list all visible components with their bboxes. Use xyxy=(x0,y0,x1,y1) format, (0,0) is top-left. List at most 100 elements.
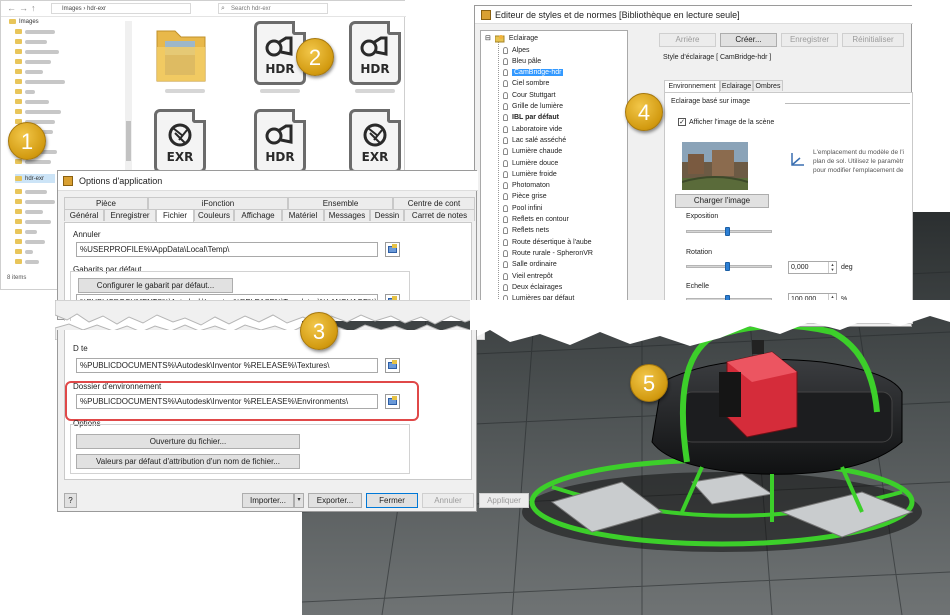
export-button[interactable]: Exporter... xyxy=(308,493,362,508)
tab-environnement[interactable]: Environnement xyxy=(664,80,720,92)
tab-ifonction[interactable]: iFonction xyxy=(148,197,288,209)
lighting-style-item[interactable]: Pièce grise xyxy=(503,192,547,202)
tree-item[interactable] xyxy=(15,37,47,46)
tab-eclairage[interactable]: Eclairage xyxy=(720,80,753,91)
save-button[interactable]: Enregistrer xyxy=(781,33,838,47)
new-style-button[interactable]: Créer... xyxy=(720,33,777,47)
tree-item[interactable] xyxy=(15,207,43,216)
tree-item-hdr-exr[interactable]: hdr-exr xyxy=(15,174,55,183)
tree-item[interactable] xyxy=(15,97,49,106)
tab-enregistrer[interactable]: Enregistrer xyxy=(104,209,156,221)
open-file-options-button[interactable]: Ouverture du fichier... xyxy=(76,434,300,449)
lighting-style-item[interactable]: Grille de lumière xyxy=(503,102,563,112)
tree-item[interactable] xyxy=(15,107,61,116)
rotation-input[interactable]: 0,000 ▲ ▼ xyxy=(788,261,837,274)
lighting-style-item[interactable]: Pool infini xyxy=(503,203,542,213)
annuler-path-field[interactable]: %USERPROFILE%\AppData\Local\Temp\ xyxy=(76,242,378,257)
tree-root-eclairage[interactable]: ⊟ Eclairage xyxy=(485,33,538,43)
lighting-style-label: Reflets en contour xyxy=(512,216,569,223)
close-button[interactable]: Fermer xyxy=(366,493,418,508)
import-dropdown-icon[interactable]: ▾ xyxy=(294,493,304,508)
tab-centre-de-contenu[interactable]: Centre de cont xyxy=(393,197,475,209)
tree-item[interactable] xyxy=(15,47,59,56)
textures-path-field[interactable]: %PUBLICDOCUMENTS%\Autodesk\Inventor %REL… xyxy=(76,358,378,373)
lighting-style-item[interactable]: Deux éclairages xyxy=(503,282,562,292)
tree-item[interactable] xyxy=(15,217,51,226)
lighting-style-item[interactable]: Lumière froide xyxy=(503,169,557,179)
configure-template-button[interactable]: Configurer le gabarit par défaut... xyxy=(78,278,233,293)
breadcrumb-item[interactable]: hdr-exr xyxy=(87,6,106,12)
slider-thumb[interactable] xyxy=(725,262,730,271)
lighting-style-item[interactable]: Lac salé asséché xyxy=(503,135,566,145)
lighting-style-item[interactable]: IBL par défaut xyxy=(503,113,559,123)
tab-dessin[interactable]: Dessin xyxy=(370,209,404,221)
collapse-icon[interactable]: ⊟ xyxy=(485,34,491,42)
tree-item[interactable] xyxy=(15,77,65,86)
tree-scrollbar[interactable] xyxy=(125,21,132,171)
checkbox-checked-icon[interactable]: ✓ xyxy=(678,118,686,126)
load-image-button[interactable]: Charger l'image xyxy=(675,194,769,208)
lighting-style-item[interactable]: Salle ordinaire xyxy=(503,260,557,270)
breadcrumb-item[interactable]: Images xyxy=(62,6,82,12)
spinner-arrows-icon[interactable]: ▲▼ xyxy=(828,262,836,273)
tree-item[interactable] xyxy=(15,87,35,96)
tab-affichage[interactable]: Affichage xyxy=(234,209,282,221)
lighting-style-item[interactable]: Route désertique à l'aube xyxy=(503,237,592,247)
lighting-style-item[interactable]: Bleu pâle xyxy=(503,56,541,66)
tab-piece[interactable]: Pièce xyxy=(64,197,148,209)
reset-button[interactable]: Réinitialiser xyxy=(842,33,904,47)
tab-fichier[interactable]: Fichier xyxy=(156,209,194,222)
lighting-style-item[interactable]: Reflets nets xyxy=(503,226,549,236)
lighting-style-item[interactable]: CamBridge-hdr xyxy=(503,68,564,78)
tree-item[interactable] xyxy=(15,237,45,246)
tab-materiel[interactable]: Matériel xyxy=(282,209,324,221)
tree-item[interactable] xyxy=(15,227,37,236)
tab-general[interactable]: Général xyxy=(64,209,104,221)
lighting-style-item[interactable]: Lumière douce xyxy=(503,158,558,168)
blurred-label xyxy=(25,209,43,214)
slider-thumb[interactable] xyxy=(725,227,730,236)
file-extension-label: HDR xyxy=(265,62,295,76)
tree-item[interactable] xyxy=(15,247,33,256)
tab-couleurs[interactable]: Couleurs xyxy=(194,209,234,221)
import-button[interactable]: Importer... xyxy=(242,493,294,508)
filename-defaults-button[interactable]: Valeurs par défaut d'attribution d'un no… xyxy=(76,454,300,469)
lighting-style-item[interactable]: Vieil entrepôt xyxy=(503,271,553,281)
up-arrow-icon[interactable]: ↑ xyxy=(31,3,36,13)
lighting-style-item[interactable]: Ciel sombre xyxy=(503,79,549,89)
help-button[interactable]: ? xyxy=(64,493,77,508)
lighting-style-item[interactable]: Lumière chaude xyxy=(503,147,562,157)
file-tile-folder[interactable] xyxy=(151,21,221,101)
lighting-style-item[interactable]: Photomaton xyxy=(503,181,550,191)
browse-folder-button[interactable] xyxy=(385,242,400,257)
tab-messages[interactable]: Messages xyxy=(324,209,370,221)
tab-carnet-de-notes[interactable]: Carret de notes xyxy=(404,209,475,221)
rotation-slider[interactable] xyxy=(686,262,772,272)
tree-item[interactable] xyxy=(15,257,39,266)
tree-item[interactable] xyxy=(15,187,47,196)
lighting-style-item[interactable]: Reflets en contour xyxy=(503,215,569,225)
forward-arrow-icon[interactable]: → xyxy=(19,3,28,13)
apply-button[interactable]: Appliquer xyxy=(479,493,529,508)
exposure-slider[interactable] xyxy=(686,227,772,237)
tree-item[interactable] xyxy=(15,67,43,76)
tree-item-images[interactable]: Images xyxy=(9,17,39,26)
search-input[interactable]: ⌕ Search hdr-exr xyxy=(218,3,328,14)
show-scene-image-checkbox[interactable]: ✓ Afficher l'image de la scène xyxy=(678,118,774,126)
file-tile-hdr[interactable]: HDR xyxy=(341,21,411,101)
browse-folder-button[interactable] xyxy=(385,358,400,373)
lighting-style-item[interactable]: Alpes xyxy=(503,45,530,55)
back-arrow-icon[interactable]: ← xyxy=(7,3,16,13)
scrollbar-thumb[interactable] xyxy=(126,121,131,161)
tab-ombres[interactable]: Ombres xyxy=(753,80,783,91)
back-button[interactable]: Arrière xyxy=(659,33,716,47)
lighting-style-item[interactable]: Route rurale - SpheronVR xyxy=(503,248,593,258)
lighting-style-item[interactable]: Cour Stuttgart xyxy=(503,90,556,100)
tab-ensemble[interactable]: Ensemble xyxy=(288,197,393,209)
tree-item[interactable] xyxy=(15,27,55,36)
cancel-button[interactable]: Annuler xyxy=(422,493,474,508)
address-bar[interactable]: Images › hdr-exr xyxy=(51,3,191,14)
tree-item[interactable] xyxy=(15,197,55,206)
tree-item[interactable] xyxy=(15,57,51,66)
lighting-style-item[interactable]: Laboratoire vide xyxy=(503,124,562,134)
